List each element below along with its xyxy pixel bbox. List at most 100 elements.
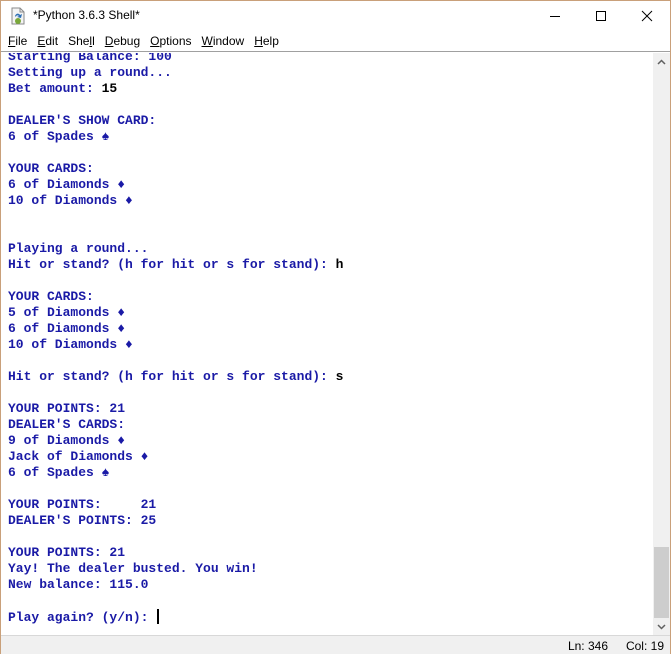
menu-edit[interactable]: Edit	[32, 32, 63, 51]
menu-mnemonic: W	[201, 33, 213, 48]
shell-output-text: YOUR CARDS:	[8, 161, 94, 176]
shell-output-text: 10 of Diamonds ♦	[8, 193, 133, 208]
scrollbar-thumb[interactable]	[654, 547, 669, 618]
maximize-icon	[596, 11, 606, 21]
shell-line: YOUR POINTS: 21	[8, 545, 343, 561]
shell-output-text: 9 of Diamonds ♦	[8, 433, 126, 448]
shell-line: Yay! The dealer busted. You win!	[8, 561, 343, 577]
shell-output-text: 6 of Spades ♠	[8, 129, 110, 144]
shell-output-text: 10 of Diamonds ♦	[8, 337, 133, 352]
close-button[interactable]	[624, 1, 670, 31]
menu-label: She	[68, 33, 90, 48]
shell-user-input: s	[335, 369, 344, 384]
menu-file[interactable]: File	[3, 32, 32, 51]
menu-shell[interactable]: Shell	[63, 32, 100, 51]
shell-output-text: YOUR POINTS: 21	[8, 401, 126, 416]
shell-line: 5 of Diamonds ♦	[8, 305, 343, 321]
scroll-down-button[interactable]	[653, 618, 670, 635]
line-number: Ln: 346	[567, 639, 608, 653]
shell-line: DEALER'S POINTS: 25	[8, 513, 343, 529]
shell-line: YOUR POINTS: 21	[8, 401, 343, 417]
shell-output-text: YOUR CARDS:	[8, 289, 94, 304]
shell-output-text: 6 of Spades ♠	[8, 465, 110, 480]
shell-line: YOUR POINTS: 21	[8, 497, 343, 513]
shell-output: Starting Balance: 100 Setting up a round.…	[8, 53, 343, 625]
shell-output-text: DEALER'S SHOW CARD:	[8, 113, 157, 128]
close-icon	[641, 10, 653, 22]
menu-bar: File Edit Shell Debug Options Window Hel…	[1, 31, 670, 52]
shell-output-text: 5 of Diamonds ♦	[8, 305, 126, 320]
title-bar[interactable]: *Python 3.6.3 Shell*	[1, 1, 670, 31]
shell-user-input: 15	[101, 81, 118, 96]
chevron-up-icon	[657, 58, 666, 65]
shell-line: YOUR CARDS:	[8, 161, 343, 177]
shell-line: Jack of Diamonds ♦	[8, 449, 343, 465]
shell-line: 6 of Diamonds ♦	[8, 321, 343, 337]
shell-output-text: 6 of Diamonds ♦	[8, 321, 126, 336]
shell-output-text: 6 of Diamonds ♦	[8, 177, 126, 192]
shell-line: Bet amount: 15	[8, 81, 343, 97]
shell-output-text: Setting up a round...	[8, 65, 172, 80]
menu-help[interactable]: Help	[249, 32, 284, 51]
shell-output-text: Hit or stand? (h for hit or s for stand)…	[8, 369, 336, 384]
shell-text-area[interactable]: Starting Balance: 100 Setting up a round.…	[1, 53, 653, 635]
shell-output-text: Bet amount:	[8, 81, 102, 96]
shell-line: New balance: 115.0	[8, 577, 343, 593]
shell-output-text: New balance: 115.0	[8, 577, 149, 592]
shell-line: 10 of Diamonds ♦	[8, 193, 343, 209]
python-idle-icon	[9, 7, 27, 25]
menu-mnemonic: H	[254, 33, 263, 48]
menu-label: elp	[262, 33, 279, 48]
shell-line: 9 of Diamonds ♦	[8, 433, 343, 449]
vertical-scrollbar[interactable]	[653, 53, 670, 635]
shell-output-text: YOUR POINTS: 21	[8, 545, 126, 560]
shell-output-text: DEALER'S CARDS:	[8, 417, 126, 432]
shell-line: Hit or stand? (h for hit or s for stand)…	[8, 369, 343, 385]
shell-output-text: Playing a round...	[8, 241, 149, 256]
shell-output-text: Starting Balance: 100	[8, 53, 172, 64]
text-cursor	[157, 609, 160, 624]
menu-debug[interactable]: Debug	[100, 32, 145, 51]
idle-shell-window: *Python 3.6.3 Shell* File Edit Shell Deb…	[0, 0, 671, 654]
shell-line: DEALER'S CARDS:	[8, 417, 343, 433]
menu-label: l	[92, 33, 95, 48]
menu-label: ebug	[113, 33, 141, 48]
maximize-button[interactable]	[578, 1, 624, 31]
menu-options[interactable]: Options	[145, 32, 196, 51]
menu-window[interactable]: Window	[197, 32, 250, 51]
menu-label: ptions	[159, 33, 192, 48]
shell-user-input: h	[335, 257, 344, 272]
window-title: *Python 3.6.3 Shell*	[33, 8, 140, 22]
shell-output-text: Hit or stand? (h for hit or s for stand)…	[8, 257, 336, 272]
shell-output-text: Jack of Diamonds ♦	[8, 449, 149, 464]
menu-label: ile	[15, 33, 28, 48]
column-number: Col: 19	[625, 639, 664, 653]
shell-line: YOUR CARDS:	[8, 289, 343, 305]
shell-line: DEALER'S SHOW CARD:	[8, 113, 343, 129]
menu-label: indow	[212, 33, 245, 48]
shell-line: Hit or stand? (h for hit or s for stand)…	[8, 257, 343, 273]
shell-line: Play again? (y/n):	[8, 609, 343, 625]
shell-line: Starting Balance: 100	[8, 53, 343, 65]
shell-line: 6 of Diamonds ♦	[8, 177, 343, 193]
shell-line: 6 of Spades ♠	[8, 465, 343, 481]
minimize-button[interactable]	[532, 1, 578, 31]
scroll-up-button[interactable]	[653, 53, 670, 70]
shell-output-text: Yay! The dealer busted. You win!	[8, 561, 258, 576]
shell-line: Playing a round...	[8, 241, 343, 257]
shell-output-text: YOUR POINTS: 21	[8, 497, 157, 512]
shell-line: 10 of Diamonds ♦	[8, 337, 343, 353]
status-bar: Ln: 346 Col: 19	[1, 635, 670, 654]
minimize-icon	[550, 16, 560, 17]
shell-line: Setting up a round...	[8, 65, 343, 81]
shell-output-text: DEALER'S POINTS: 25	[8, 513, 157, 528]
